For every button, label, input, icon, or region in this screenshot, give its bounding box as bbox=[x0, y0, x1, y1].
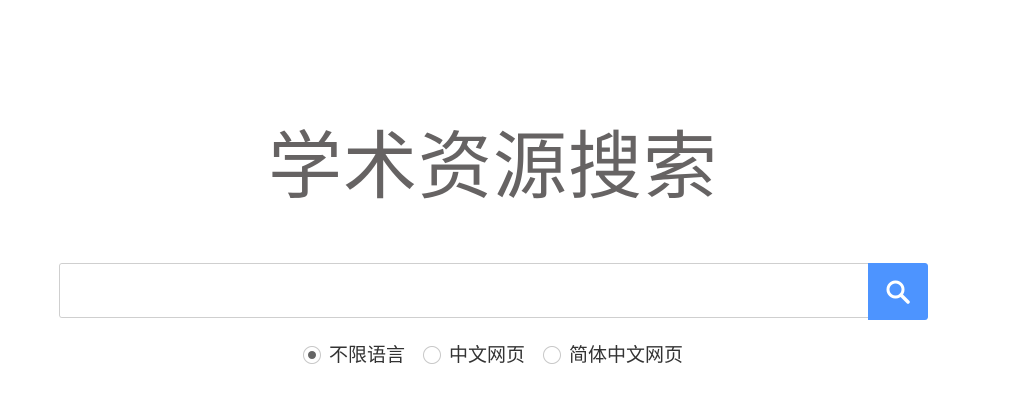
search-icon bbox=[886, 280, 910, 304]
lang-option-simplified-chinese[interactable]: 简体中文网页 bbox=[543, 343, 683, 367]
lang-option-chinese[interactable]: 中文网页 bbox=[422, 343, 525, 367]
radio-button-any-language[interactable] bbox=[302, 346, 321, 364]
search-button[interactable] bbox=[868, 263, 928, 320]
lang-option-label: 简体中文网页 bbox=[569, 344, 684, 366]
page-title: 学术资源搜索 bbox=[268, 124, 718, 210]
lang-option-any[interactable]: 不限语言 bbox=[302, 343, 405, 367]
radio-button-simplified-chinese[interactable] bbox=[543, 346, 561, 364]
lang-option-label: 中文网页 bbox=[448, 344, 525, 366]
radio-dot bbox=[307, 351, 316, 359]
lang-option-label: 不限语言 bbox=[328, 344, 405, 366]
radio-button-chinese[interactable] bbox=[422, 346, 441, 364]
search-box bbox=[59, 263, 928, 320]
search-input[interactable] bbox=[59, 263, 868, 318]
language-filter: 不限语言 中文网页 简体中文网页 bbox=[0, 343, 986, 367]
